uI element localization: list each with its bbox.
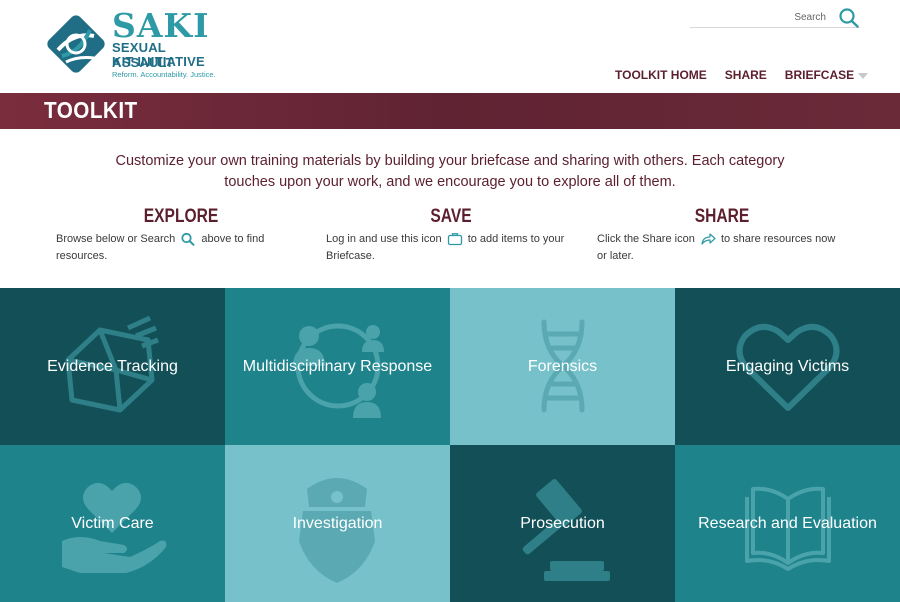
- nav-briefcase-label: BRIEFCASE: [784, 68, 855, 82]
- search-input[interactable]: [690, 8, 832, 26]
- explore-heading: EXPLORE: [143, 206, 219, 227]
- save-heading: SAVE: [430, 206, 472, 227]
- briefcase-icon: [447, 233, 462, 246]
- tile-investigation[interactable]: Investigation: [225, 445, 450, 602]
- main-nav: TOOLKIT HOME SHARE BRIEFCASE: [615, 68, 869, 86]
- page-title: TOOLKIT: [44, 97, 138, 123]
- tile-forensics[interactable]: Forensics: [450, 288, 675, 445]
- save-text: Log in and use this icon to add items to…: [326, 233, 565, 262]
- tile-evidence-tracking[interactable]: Evidence Tracking: [0, 288, 225, 445]
- tile-victim-care[interactable]: Victim Care: [0, 445, 225, 602]
- save-column: SAVE Log in and use this icon to add ite…: [326, 206, 576, 265]
- tile-prosecution[interactable]: Prosecution: [450, 445, 675, 602]
- explore-column: EXPLORE Browse below or Search above to …: [56, 206, 306, 265]
- tile-research-and-evaluation[interactable]: Research and Evaluation: [675, 445, 900, 602]
- tile-engaging-victims[interactable]: Engaging Victims: [675, 288, 900, 445]
- search-bar: [690, 6, 860, 28]
- intro-text: Customize your own training materials by…: [115, 153, 785, 190]
- nav-share[interactable]: SHARE: [725, 68, 767, 86]
- tile-label: Forensics: [527, 357, 598, 375]
- explore-text: Browse below or Search above to find res…: [56, 232, 265, 262]
- saki-logo[interactable]: SAKI SEXUAL ASSAULT KIT INITIATIVE Refor…: [44, 6, 224, 79]
- share-arrow-icon: [701, 233, 716, 245]
- tile-label: Investigation: [292, 514, 383, 532]
- tile-label: Evidence Tracking: [47, 357, 178, 375]
- tile-multidisciplinary-response[interactable]: Multidisciplinary Response: [225, 288, 450, 445]
- nav-toolkit-home[interactable]: TOOLKIT HOME: [615, 68, 707, 86]
- tile-label: Engaging Victims: [725, 357, 850, 375]
- share-column: SHARE Click the Share icon to share reso…: [597, 206, 847, 265]
- tile-label: Multidisciplinary Response: [242, 357, 433, 375]
- page-banner: TOOLKIT: [0, 93, 900, 129]
- share-text: Click the Share icon to share resources …: [597, 233, 836, 262]
- search-icon[interactable]: [838, 6, 860, 28]
- logo-tagline: Reform. Accountability. Justice.: [112, 70, 216, 79]
- category-grid: Evidence Tracking Multidisciplinary Resp…: [0, 288, 900, 602]
- chevron-down-icon: [858, 72, 869, 79]
- nav-briefcase[interactable]: BRIEFCASE: [784, 68, 869, 86]
- tile-label: Victim Care: [71, 514, 154, 532]
- logo-line2: KIT INITIATIVE: [112, 54, 205, 69]
- search-icon: [181, 232, 195, 246]
- tile-label: Research and Evaluation: [698, 514, 877, 532]
- instructions: EXPLORE Browse below or Search above to …: [0, 206, 900, 276]
- tile-label: Prosecution: [520, 514, 605, 532]
- site-header: SAKI SEXUAL ASSAULT KIT INITIATIVE Refor…: [0, 0, 900, 93]
- share-heading: SHARE: [694, 206, 750, 227]
- saki-logo-icon: [47, 15, 105, 73]
